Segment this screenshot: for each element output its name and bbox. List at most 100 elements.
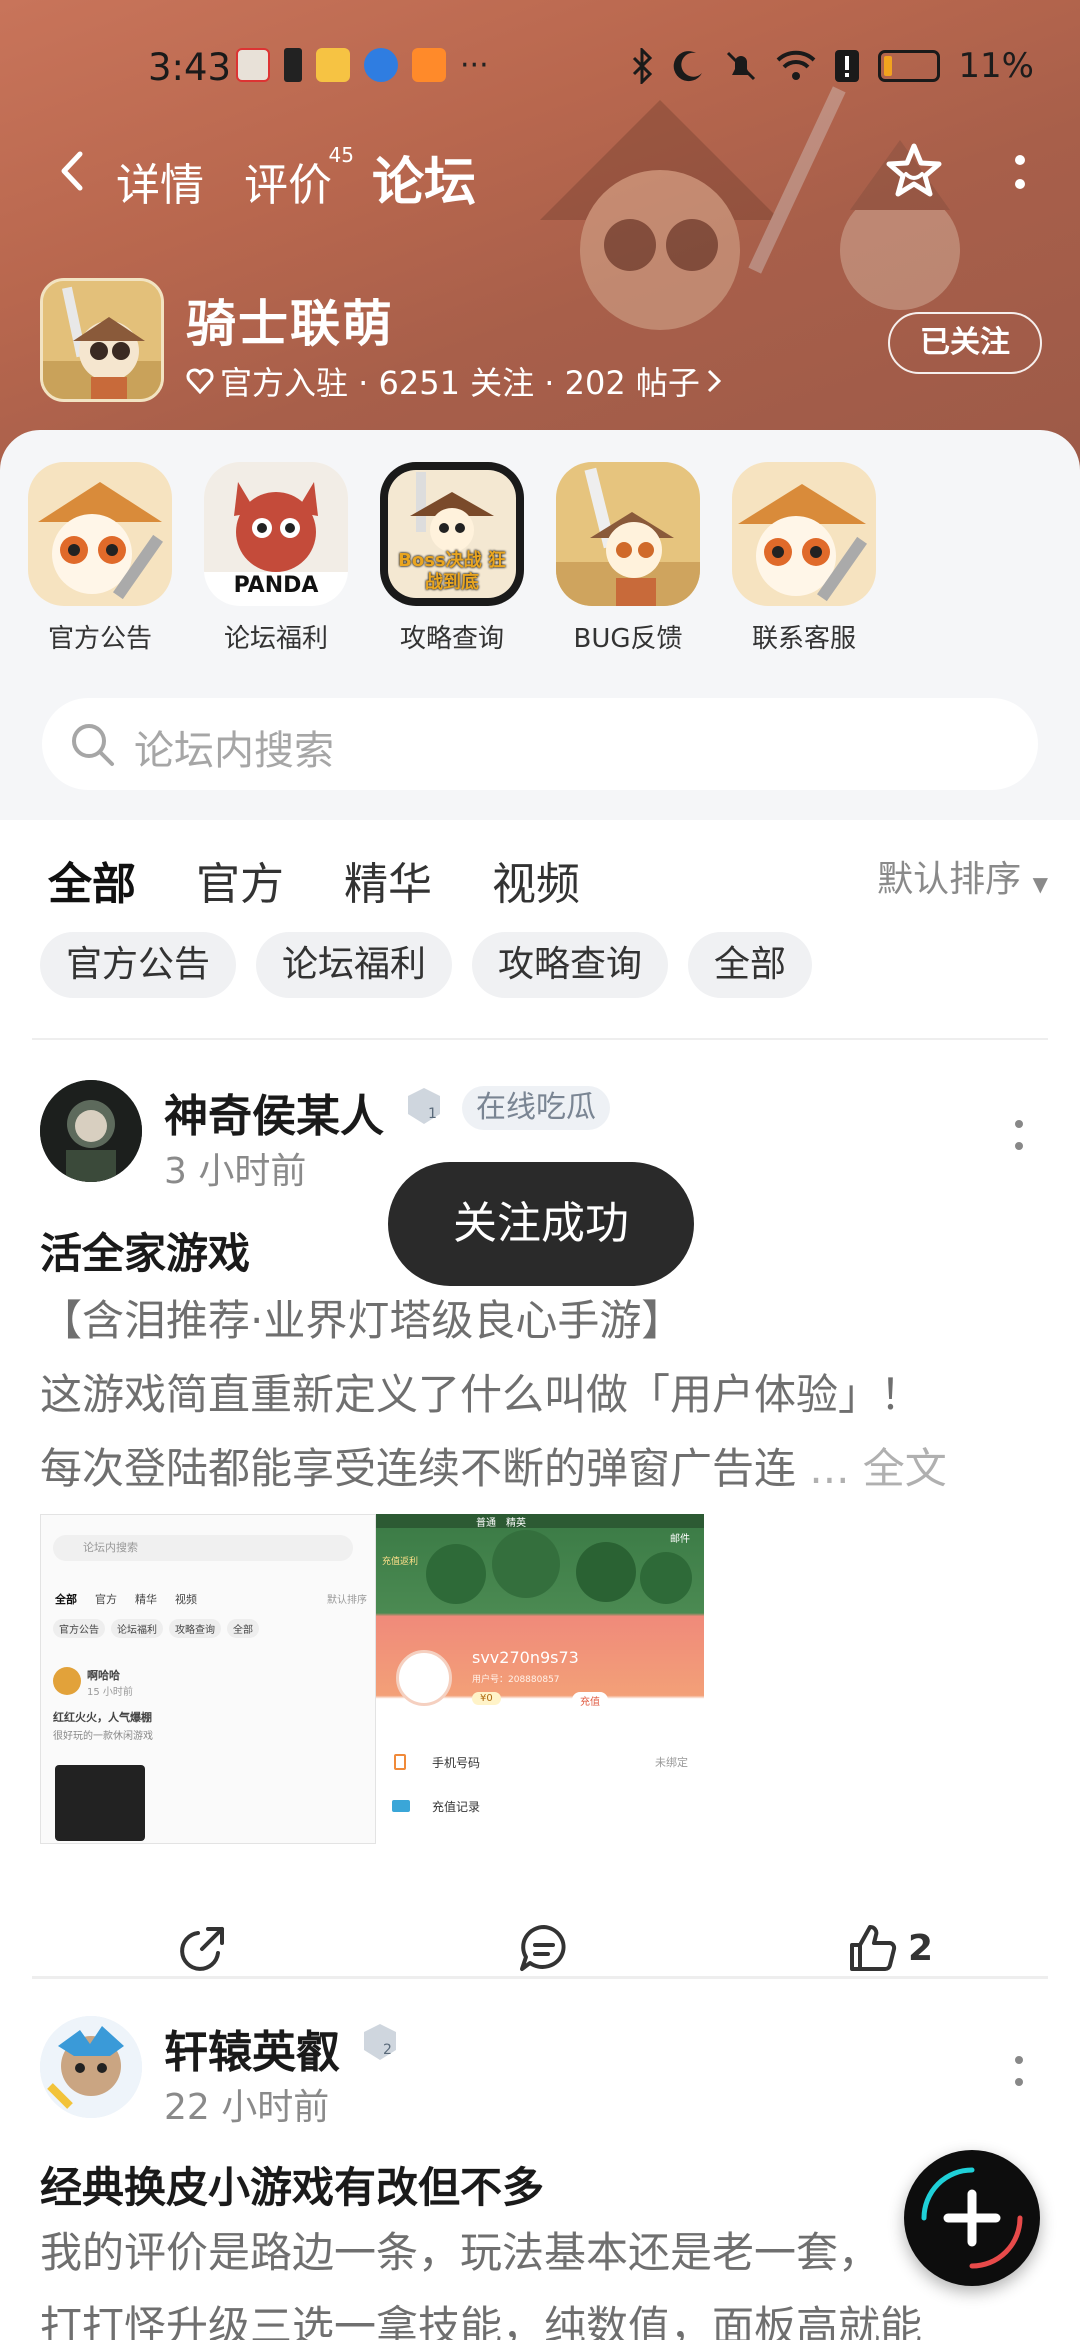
post-author[interactable]: 轩辕英叡 [164,2016,340,2080]
shortcut-guide-query[interactable]: Boss决战 狂战到底 攻略查询 [380,462,524,655]
mini-phone-status: 未绑定 [655,1756,688,1769]
forum-search-bar[interactable]: 论坛内搜索 [42,698,1038,790]
post-body-line: 我的评价是路边一条，玩法基本还是老一套， [40,2228,881,2277]
content-tabs: 全部 官方 精华 视频 [48,848,580,920]
shortcut-art-text: PANDA [233,573,319,598]
shortcut-label: 攻略查询 [399,624,504,654]
tab-reviews-label: 评价 [244,160,332,211]
tab-featured[interactable]: 精华 [344,848,432,912]
level-badge-icon: 2 [364,2024,396,2060]
mini-chip: 官方公告 [53,1619,105,1638]
search-icon [72,724,114,766]
post-body-line: 【含泪推荐·业界灯塔级良心手游】 [40,1296,684,1345]
video-app-icon [412,48,446,82]
mini-phone-icon [394,1754,406,1770]
wifi-icon [777,50,816,80]
mini-recharge: 充值 [572,1692,608,1709]
search-placeholder: 论坛内搜索 [134,728,334,774]
favorite-star-icon[interactable] [882,140,946,204]
mini-username: svv270n9s73 [472,1648,579,1667]
shortcut-label: 官方公告 [47,624,152,654]
post-image-1[interactable]: 论坛内搜索 全部 官方 精华 视频 默认排序 官方公告 论坛福利 攻略查询 全部… [40,1514,376,1844]
comment-icon [520,1925,566,1971]
caret-down-icon: ▼ [1032,872,1048,896]
mini-search: 论坛内搜索 [53,1535,353,1561]
toast-message: 关注成功 [388,1162,694,1286]
battery-percent: 11% [958,46,1034,86]
app-notification-icon [236,48,270,82]
bamboo-hat-hero-icon [28,462,172,606]
chevron-right-icon [707,369,722,393]
mini-tab: 官方 [95,1593,117,1606]
chip-all[interactable]: 全部 [688,932,813,998]
sort-dropdown[interactable]: 默认排序 ▼ [877,850,1048,902]
mini-profile-avatar [396,1650,452,1706]
mini-coins: ¥0 [472,1692,501,1705]
tab-all[interactable]: 全部 [48,848,136,920]
mini-avatar [53,1667,81,1695]
shortcut-row: 官方公告 PANDA 论坛福利 Boss决战 狂战到底 攻略查询 BUG反馈 联… [28,462,876,655]
post-more-icon[interactable] [1014,1116,1024,1156]
battery-icon [878,50,941,82]
chip-forum-welfare[interactable]: 论坛福利 [256,932,453,998]
game-logo-art [43,281,161,399]
forum-header: 3:43 ··· 11% 详情 评价 45 论坛 骑士联萌 官方入驻 · 625… [0,0,1080,470]
like-count: 2 [908,1927,934,1969]
chip-official-notice[interactable]: 官方公告 [40,932,237,998]
status-bar: 3:43 ··· 11% [0,38,1080,98]
tab-forum[interactable]: 论坛 [372,140,477,215]
panda-sword-icon [732,462,876,606]
mini-chips: 官方公告 论坛福利 攻略查询 全部 [53,1619,259,1638]
do-not-disturb-icon [674,51,703,82]
avatar[interactable] [40,1080,142,1182]
panda-dragon-icon: PANDA [204,462,348,606]
tab-details[interactable]: 详情 [116,149,204,213]
tab-video[interactable]: 视频 [492,848,580,912]
tab-official[interactable]: 官方 [196,848,284,912]
plus-icon [921,2167,1023,2269]
tab-reviews[interactable]: 评价 45 [244,143,354,213]
mini-title: 红红火火，人气爆棚 [53,1711,152,1724]
sim-alert-icon [835,50,860,82]
post-author[interactable]: 神奇侯某人 [164,1080,384,1144]
mute-icon [727,51,756,81]
thumbs-up-icon [850,1925,897,1971]
more-options-icon[interactable] [1010,148,1030,198]
back-icon[interactable] [52,146,92,196]
mini-tab: 精华 [135,1593,157,1606]
chip-guide-query[interactable]: 攻略查询 [472,932,669,998]
mini-top-tabs: 普通 精英 [476,1514,526,1529]
mini-phone-label: 手机号码 [432,1756,481,1770]
post-image-2[interactable]: 普通 精英 邮件 充值返利 svv270n9s73 用户号：208880857 … [376,1514,704,1844]
avatar[interactable] [40,2016,142,2118]
read-more-link[interactable]: ... 全文 [809,1444,946,1493]
game-meta-text: 官方入驻 · 6251 关注 · 202 帖子 [220,364,700,402]
shortcut-customer-service[interactable]: 联系客服 [732,462,876,655]
post-body-line: 每次登陆都能享受连续不断的弹窗广告连 ... 全文 [40,1432,1040,1506]
game-meta[interactable]: 官方入驻 · 6251 关注 · 202 帖子 [186,358,722,404]
level-badge-icon: 1 [408,1088,440,1124]
post-time: 3 小时前 [164,1151,307,1192]
shortcut-art-text: Boss决战 狂战到底 [398,550,506,593]
bulb-app-icon [364,48,398,82]
notification-icons: ··· [236,48,489,83]
mini-search-text: 论坛内搜索 [83,1541,138,1554]
shortcut-bug-report[interactable]: BUG反馈 [556,462,700,655]
post-body-line: 这游戏简直重新定义了什么叫做「用户体验」！ [40,1370,923,1419]
shortcut-forum-welfare[interactable]: PANDA 论坛福利 [204,462,348,655]
mini-side-label: 充值返利 [382,1557,419,1567]
shortcut-official-notice[interactable]: 官方公告 [28,462,172,655]
followed-button[interactable]: 已关注 [888,312,1042,374]
mini-record-label: 充值记录 [432,1800,481,1814]
post-more-icon[interactable] [1014,2052,1024,2092]
mini-top-tab: 精英 [506,1518,526,1529]
create-post-button[interactable] [904,2150,1040,2286]
mini-tab: 全部 [55,1593,77,1606]
mini-chip: 论坛福利 [111,1619,163,1638]
mini-mail: 邮件 [670,1534,690,1545]
post-images[interactable]: 论坛内搜索 全部 官方 精华 视频 默认排序 官方公告 论坛福利 攻略查询 全部… [40,1514,704,1844]
forum-content: 全部 官方 精华 视频 默认排序 ▼ 官方公告 论坛福利 攻略查询 全部 神奇侯… [0,820,1080,2340]
shortcut-label: 联系客服 [751,624,856,654]
game-logo[interactable] [40,278,164,402]
mini-forest-art [376,1514,704,1604]
